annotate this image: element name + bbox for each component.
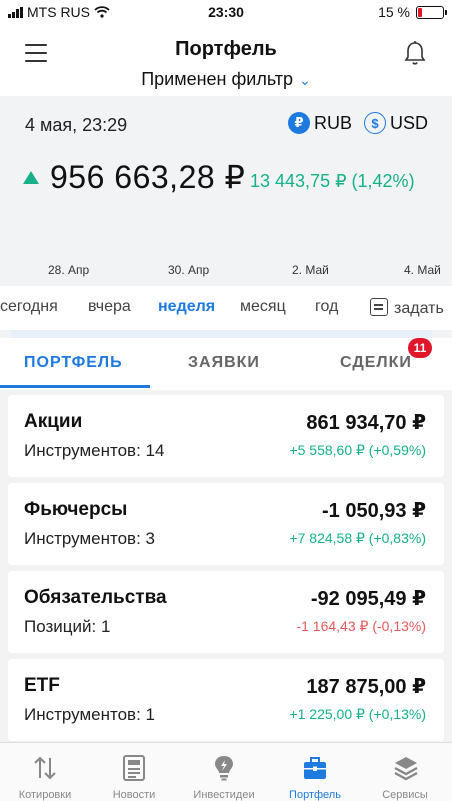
card-name: Акции [24, 411, 83, 432]
asset-card-liabilities[interactable]: Обязательства Позиций: 1 -92 095,49 ₽ -1… [8, 571, 444, 653]
card-name: ETF [24, 675, 60, 696]
bell-icon[interactable] [403, 40, 427, 66]
axis-label: 28. Апр [48, 263, 90, 277]
asset-card-etf[interactable]: ETF Инструментов: 1 187 875,00 ₽ +1 225,… [8, 659, 444, 741]
period-custom[interactable]: задать [370, 298, 444, 318]
nav-news[interactable]: Новости [89, 743, 179, 801]
portfolio-total: 956 663,28 ₽ [50, 159, 246, 195]
nav-label: Инвестидеи [193, 789, 255, 801]
nav-ideas[interactable]: Инвестидеи [179, 743, 269, 801]
card-subtitle: Инструментов: 1 [24, 705, 155, 724]
currency-usd-button[interactable]: $ USD [364, 112, 428, 134]
ruble-icon: ₽ [288, 112, 310, 134]
tab-deals[interactable]: СДЕЛКИ [340, 354, 412, 372]
asset-card-stocks[interactable]: Акции Инструментов: 14 861 934,70 ₽ +5 5… [8, 395, 444, 477]
battery-percent: 15 % [378, 4, 410, 20]
summary-date: 4 мая, 23:29 [25, 115, 128, 135]
card-delta: -1 164,43 ₽ (-0,13%) [296, 618, 426, 634]
quotes-icon [34, 756, 56, 780]
period-yesterday[interactable]: вчера [88, 298, 131, 316]
bottom-nav: Котировки Новости Инвестидеи Портфель Се… [0, 742, 452, 801]
calendar-icon [370, 298, 388, 316]
asset-card-futures[interactable]: Фьючерсы Инструментов: 3 -1 050,93 ₽ +7 … [8, 483, 444, 565]
card-subtitle: Инструментов: 14 [24, 441, 165, 460]
card-value: 187 875,00 ₽ [306, 676, 426, 698]
card-value: 861 934,70 ₽ [306, 412, 426, 434]
card-value: -1 050,93 ₽ [322, 500, 426, 522]
up-arrow-icon [23, 171, 39, 184]
tab-indicator [0, 385, 150, 388]
nav-label: Сервисы [382, 789, 428, 801]
period-week[interactable]: неделя [158, 298, 215, 316]
layers-icon [394, 757, 418, 781]
period-today[interactable]: сегодня [0, 298, 58, 316]
nav-quotes[interactable]: Котировки [0, 743, 90, 801]
filter-label: Применен фильтр [141, 69, 294, 89]
card-subtitle: Позиций: 1 [24, 617, 111, 636]
period-custom-label: задать [394, 300, 444, 317]
card-delta: +7 824,58 ₽ (+0,83%) [289, 530, 426, 546]
tab-orders[interactable]: ЗАЯВКИ [188, 354, 260, 372]
app-header: Портфель Применен фильтр ⌄ [0, 24, 452, 96]
axis-label: 2. Май [292, 263, 329, 277]
nav-services[interactable]: Сервисы [360, 743, 450, 801]
card-delta: +1 225,00 ₽ (+0,13%) [289, 706, 426, 722]
card-name: Обязательства [24, 587, 167, 608]
tab-bar: ПОРТФЕЛЬ ЗАЯВКИ СДЕЛКИ 11 [0, 338, 452, 390]
currency-usd-label: USD [390, 112, 429, 133]
briefcase-icon [304, 757, 326, 779]
battery-icon [416, 5, 447, 19]
dollar-icon: $ [364, 112, 386, 134]
card-value: -92 095,49 ₽ [310, 588, 426, 610]
nav-portfolio[interactable]: Портфель [270, 743, 360, 801]
page-title: Портфель [175, 38, 277, 60]
card-subtitle: Инструментов: 3 [24, 529, 155, 548]
deals-badge: 11 [408, 338, 432, 358]
portfolio-summary: 4 мая, 23:29 ₽ RUB $ USD 956 663,28 ₽ 13… [0, 96, 452, 356]
currency-rub-label: RUB [314, 112, 353, 133]
card-name: Фьючерсы [24, 499, 128, 520]
tab-portfolio[interactable]: ПОРТФЕЛЬ [24, 354, 123, 372]
chevron-down-icon: ⌄ [299, 72, 311, 88]
nav-label: Котировки [18, 789, 72, 801]
card-delta: +5 558,60 ₽ (+0,59%) [289, 442, 426, 458]
lightbulb-icon [215, 756, 233, 781]
status-bar: MTS RUS 23:30 15 % [0, 0, 452, 24]
news-icon [123, 755, 145, 781]
portfolio-change: 13 443,75 ₽ (1,42%) [250, 171, 415, 191]
nav-label: Портфель [289, 789, 341, 801]
period-month[interactable]: месяц [240, 298, 286, 316]
period-selector: сегодня вчера неделя месяц год задать [0, 286, 452, 330]
currency-rub-button[interactable]: ₽ RUB [288, 112, 352, 134]
axis-label: 4. Май [404, 263, 441, 277]
axis-label: 30. Апр [168, 263, 210, 277]
period-year[interactable]: год [315, 298, 338, 316]
nav-label: Новости [112, 789, 156, 801]
filter-selector[interactable]: Применен фильтр ⌄ [0, 69, 452, 90]
